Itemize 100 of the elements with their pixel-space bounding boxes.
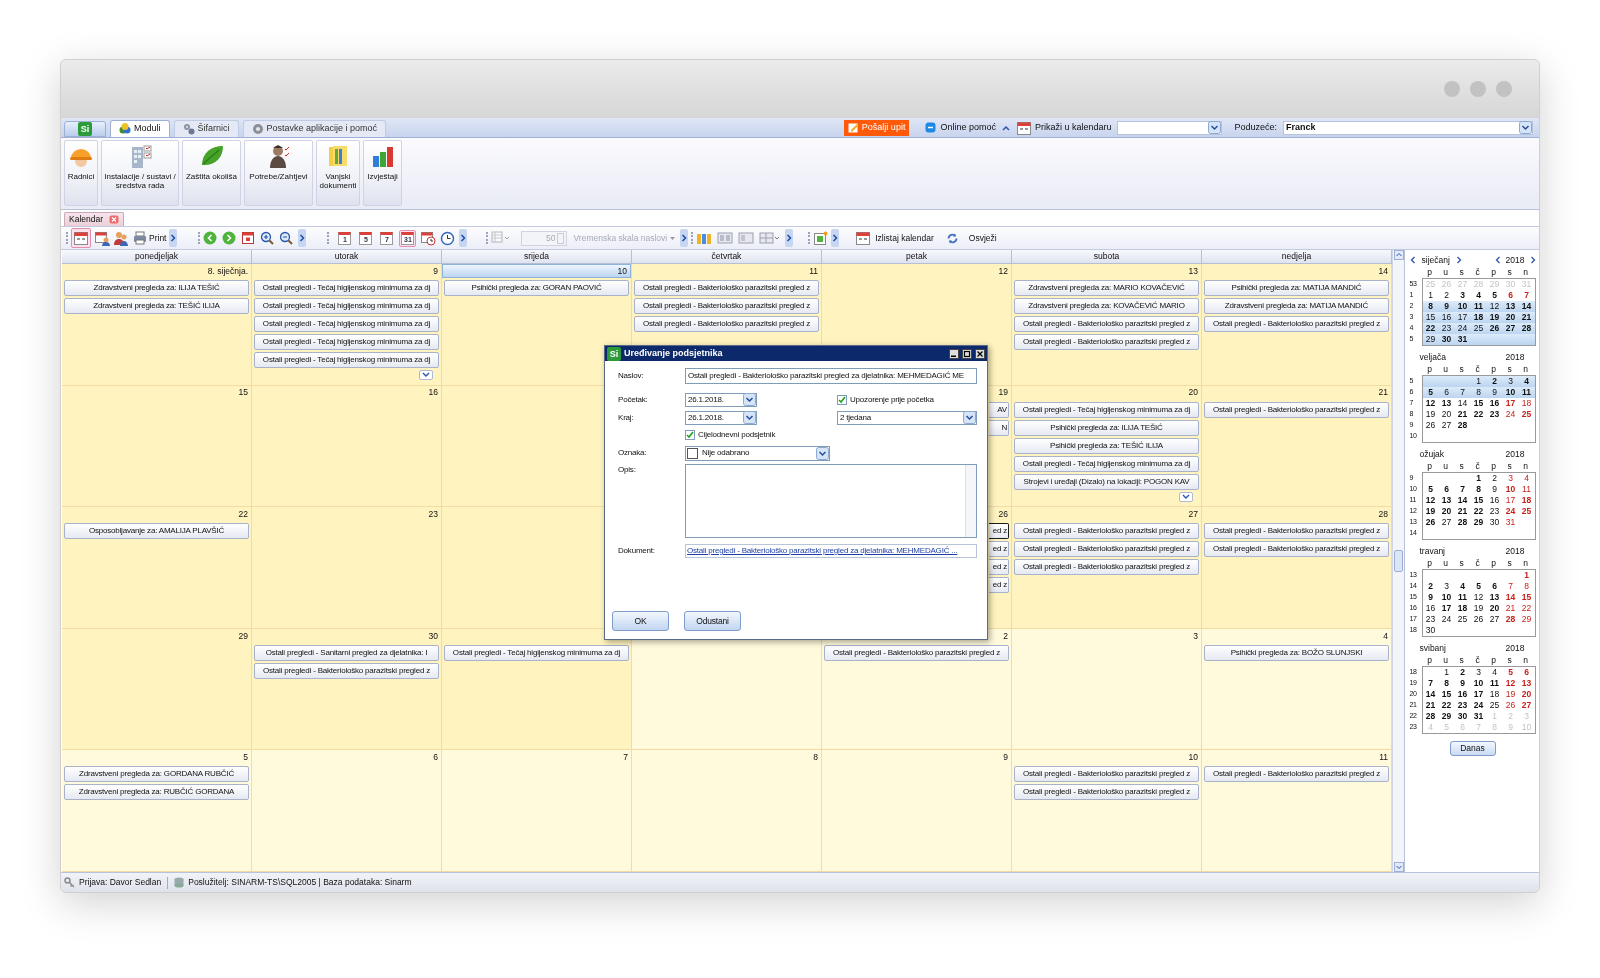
- refresh-button[interactable]: Osvježi: [945, 231, 997, 245]
- calendar-day[interactable]: 8: [1470, 484, 1487, 495]
- event-bar[interactable]: Psihički pregleda za: MATIJA MANDIĆ: [1204, 280, 1389, 296]
- calendar-day[interactable]: 11: [1518, 387, 1535, 398]
- calendar-day[interactable]: 16: [1486, 495, 1503, 506]
- calendar-day[interactable]: 10: [1502, 484, 1519, 495]
- calendar-day[interactable]: 23: [1486, 506, 1503, 517]
- calendar-day[interactable]: 6: [1486, 581, 1503, 592]
- day-number[interactable]: 5: [243, 753, 251, 762]
- calendar-day[interactable]: 15: [1470, 398, 1487, 409]
- calendar-day[interactable]: 19: [1470, 603, 1487, 614]
- calendar-day[interactable]: 15: [1422, 312, 1439, 323]
- calendar-day[interactable]: 7: [1422, 678, 1439, 689]
- event-bar[interactable]: Psihički pregleda za: ILIJA TEŠIĆ: [1014, 419, 1199, 436]
- event-bar[interactable]: Psihički pregleda za: BOŽO SLUNJSKI: [1204, 644, 1389, 661]
- calendar-day[interactable]: 14: [1422, 689, 1439, 700]
- event-bar[interactable]: ed z: [989, 577, 1009, 594]
- calendar-day[interactable]: 12: [1470, 592, 1487, 603]
- calendar-day[interactable]: 26: [1502, 700, 1519, 711]
- calendar-day[interactable]: 27: [1438, 420, 1455, 431]
- calendar-day[interactable]: 11: [1454, 592, 1471, 603]
- calendar-day[interactable]: 6: [1502, 290, 1519, 301]
- event-bar[interactable]: Ostali pregledi - Tečaj higijenskog minimuma za dj: [1014, 401, 1199, 418]
- event-bar[interactable]: ed z: [989, 541, 1009, 558]
- calendar-day[interactable]: 24: [1470, 700, 1487, 711]
- clock-icon[interactable]: [440, 230, 456, 246]
- calendar-day[interactable]: 18: [1486, 689, 1503, 700]
- calendar-day[interactable]: 9: [1422, 592, 1439, 603]
- calendar-day[interactable]: 5: [1422, 484, 1439, 495]
- window-dot-icon[interactable]: [1496, 81, 1512, 97]
- calendar-day[interactable]: 16: [1422, 603, 1439, 614]
- calendar-day[interactable]: 10: [1438, 592, 1455, 603]
- event-bar[interactable]: Ostali pregledi - Tečaj higijenskog minimuma za dj: [1014, 455, 1199, 472]
- calendar-day[interactable]: 31: [1470, 711, 1487, 722]
- day-number[interactable]: 30: [428, 631, 441, 641]
- event-bar[interactable]: Psihički pregleda za: TEŠIĆ ILIJA: [1014, 437, 1199, 454]
- description-textarea[interactable]: [685, 464, 977, 538]
- event-bar[interactable]: Zdravstveni pregleda za: MATIJA MANDIĆ: [1204, 298, 1389, 314]
- calendar-day[interactable]: 25: [1486, 700, 1503, 711]
- calendar-day[interactable]: 11: [1518, 484, 1535, 495]
- document-tab[interactable]: Kalendar: [64, 212, 125, 226]
- day-number[interactable]: 22: [238, 509, 251, 519]
- calendar-day[interactable]: 4: [1518, 473, 1535, 484]
- calendar-day[interactable]: 4: [1454, 581, 1471, 592]
- calendar-day[interactable]: 3: [1502, 376, 1519, 387]
- chevron-right-icon[interactable]: [459, 229, 468, 247]
- calendar-day[interactable]: 21: [1454, 409, 1471, 420]
- calendar-day[interactable]: 31: [1502, 517, 1519, 528]
- title-input[interactable]: Ostali pregledi - Bakteriološko parazitski pregled za djelatnika: MEHMEDAGIĆ ME: [685, 368, 977, 384]
- calendar-day[interactable]: 3: [1470, 667, 1487, 678]
- calendar-day[interactable]: 1: [1518, 570, 1535, 581]
- ribbon-button[interactable]: Potrebe/Zahtjevi: [244, 140, 313, 206]
- calendar-day[interactable]: 6: [1438, 484, 1455, 495]
- day-number[interactable]: 3: [1193, 631, 1201, 641]
- calendar-day[interactable]: 8: [1422, 301, 1439, 312]
- online-help-button[interactable]: Online pomoć: [925, 119, 996, 136]
- scrollbar[interactable]: [1392, 250, 1404, 872]
- calendar-day[interactable]: 13: [1438, 398, 1455, 409]
- chevron-right-icon[interactable]: [831, 229, 840, 247]
- day-number[interactable]: 11: [1379, 753, 1391, 762]
- calendar-day[interactable]: 6: [1438, 387, 1455, 398]
- start-date-picker[interactable]: 26.1.2018.: [685, 392, 757, 407]
- calendar-day[interactable]: 5: [1470, 581, 1487, 592]
- calendar-day[interactable]: 19: [1422, 506, 1439, 517]
- day-number[interactable]: 11: [809, 266, 821, 276]
- calendar-day[interactable]: 1: [1470, 473, 1487, 484]
- ribbon-tab[interactable]: Moduli: [110, 120, 170, 137]
- calendar-day[interactable]: 28: [1454, 517, 1471, 528]
- app-menu-tab[interactable]: Si: [64, 121, 106, 137]
- day-number[interactable]: 23: [428, 509, 441, 519]
- calendar-day[interactable]: 30: [1454, 711, 1471, 722]
- calendar-day[interactable]: 25: [1518, 409, 1535, 420]
- month-selector[interactable]: travanj: [1419, 544, 1445, 558]
- calendar-day[interactable]: 14: [1502, 592, 1519, 603]
- ribbon-button[interactable]: Izvještaji: [363, 140, 402, 206]
- calendar-day[interactable]: 26: [1422, 420, 1439, 431]
- calendar-day[interactable]: 8: [1518, 581, 1535, 592]
- chevron-right-icon[interactable]: [785, 229, 794, 247]
- event-bar[interactable]: Ostali pregledi - Bakteriološko parazitski pregled z: [1204, 316, 1389, 332]
- more-events-button[interactable]: [419, 370, 433, 380]
- month-selector[interactable]: siječanj: [1409, 253, 1462, 267]
- calendar-day[interactable]: 22: [1470, 409, 1487, 420]
- calendar-day[interactable]: 8: [1470, 387, 1487, 398]
- calendar-day[interactable]: 28: [1454, 420, 1471, 431]
- calendar-day[interactable]: 18: [1470, 312, 1487, 323]
- event-bar[interactable]: Osposobljavanje za: AMALIJA PLAVŠIĆ: [64, 523, 249, 540]
- chevron-right-icon[interactable]: [680, 229, 689, 247]
- dialog-button[interactable]: OK: [612, 611, 669, 631]
- chevron-right-icon[interactable]: [169, 229, 178, 247]
- event-bar[interactable]: Strojevi i uređaji (Dizalo) na lokaciji: POGON KAV: [1014, 473, 1199, 490]
- calendar-day[interactable]: 2: [1422, 581, 1439, 592]
- event-bar[interactable]: Ostali pregledi - Tečaj higijenskog minimuma za dj: [254, 316, 439, 332]
- calendar-day[interactable]: 5: [1422, 387, 1439, 398]
- calendar-day[interactable]: 27: [1502, 323, 1519, 334]
- calendar-day[interactable]: 27: [1518, 700, 1535, 711]
- calendar-day[interactable]: 20: [1518, 689, 1535, 700]
- calendar-day[interactable]: 24: [1454, 323, 1471, 334]
- event-bar[interactable]: Zdravstveni pregleda za: ILIJA TEŠIĆ: [64, 280, 249, 296]
- day-number[interactable]: 8: [813, 753, 821, 762]
- event-bar[interactable]: Ostali pregledi - Bakteriološko parazitski pregled z: [634, 280, 819, 296]
